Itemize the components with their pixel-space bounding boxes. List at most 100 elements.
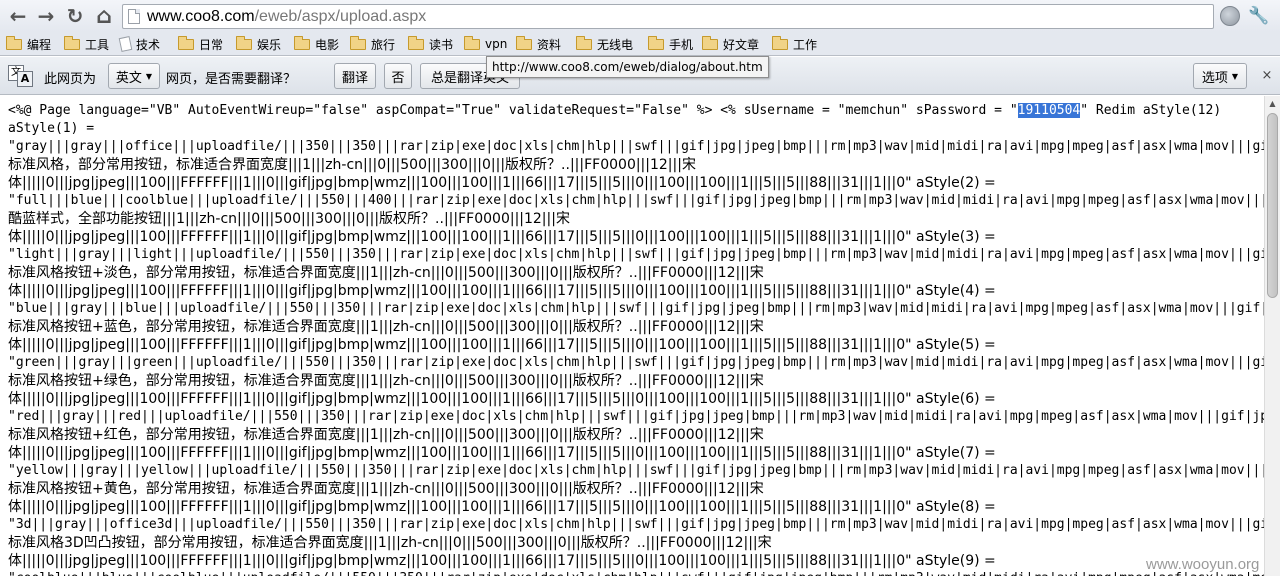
source-line: 标准风格，部分常用按钮，标准适合界面宽度|||1|||zh-cn|||0|||5…: [8, 157, 696, 173]
close-icon[interactable]: ×: [1261, 69, 1273, 83]
bookmark-item[interactable]: vpn: [464, 35, 507, 53]
bookmark-label: 技术: [136, 37, 161, 52]
bookmark-item[interactable]: 工具: [64, 35, 109, 53]
bookmark-item[interactable]: 资料: [516, 35, 561, 53]
bookmark-item[interactable]: 娱乐: [236, 35, 281, 53]
folder-icon: [178, 35, 194, 50]
bookmark-item[interactable]: 手机: [648, 35, 693, 53]
scroll-thumb[interactable]: [1267, 113, 1278, 298]
bookmark-item[interactable]: 技术: [118, 35, 161, 53]
page-icon: [118, 36, 133, 52]
browser-toolbar: ← → ↻ ⌂ www.coo8.com/eweb/aspx/upload.as…: [0, 0, 1280, 32]
chevron-down-icon: ▼: [145, 71, 153, 81]
source-text: <%@ Page language="VB" AutoEventWireup="…: [8, 103, 1018, 118]
source-line: 体|||||0|||jpg|jpeg|||100|||FFFFFF|||1|||…: [8, 391, 996, 407]
home-icon[interactable]: ⌂: [92, 4, 116, 29]
options-button[interactable]: 选项 ▼: [1193, 63, 1247, 89]
link-tooltip: http://www.coo8.com/eweb/dialog/about.ht…: [486, 56, 769, 78]
bookmark-label: vpn: [485, 37, 508, 51]
folder-icon: [516, 35, 532, 50]
source-line: "light|||gray|||light|||uploadfile/|||55…: [8, 247, 1264, 262]
language-label: 英文: [115, 70, 142, 86]
source-line: 标准风格按钮+红色，部分常用按钮，标准适合界面宽度|||1|||zh-cn|||…: [8, 427, 764, 443]
source-line: "3d|||gray|||office3d|||uploadfile/|||55…: [8, 517, 1264, 532]
folder-icon: [772, 35, 788, 50]
source-line: 体|||||0|||jpg|jpeg|||100|||FFFFFF|||1|||…: [8, 229, 996, 245]
watermark: www.wooyun.org: [1146, 556, 1260, 573]
bookmark-item[interactable]: 电影: [294, 35, 339, 53]
source-line: 体|||||0|||jpg|jpeg|||100|||FFFFFF|||1|||…: [8, 175, 996, 191]
bookmark-label: 工具: [85, 37, 110, 52]
source-line: "blue|||gray|||blue|||uploadfile/|||550|…: [8, 301, 1264, 316]
source-line: 体|||||0|||jpg|jpeg|||100|||FFFFFF|||1|||…: [8, 499, 996, 515]
source-line: 标准风格3D凹凸按钮，部分常用按钮，标准适合界面宽度|||1|||zh-cn||…: [8, 535, 772, 551]
bookmark-label: 娱乐: [257, 37, 282, 52]
translate-prefix: 此网页为: [44, 72, 97, 87]
url-host: www.coo8.com: [147, 8, 255, 25]
source-line: "yellow|||gray|||yellow|||uploadfile/|||…: [8, 463, 1264, 478]
selected-text: 19110504: [1017, 103, 1081, 118]
reload-icon[interactable]: ↻: [63, 4, 87, 28]
back-icon[interactable]: ←: [6, 4, 30, 28]
bookmark-item[interactable]: 旅行: [350, 35, 395, 53]
source-line: aStyle(1) =: [8, 121, 95, 136]
no-translate-button[interactable]: 否: [384, 63, 412, 89]
forward-icon[interactable]: →: [34, 4, 58, 28]
page-icon: [128, 9, 140, 24]
translate-icon: 文A: [8, 65, 34, 87]
bookmark-label: 好文章: [723, 37, 760, 52]
folder-icon: [64, 35, 80, 50]
bookmark-label: 手机: [669, 37, 694, 52]
source-line: 标准风格按钮+黄色，部分常用按钮，标准适合界面宽度|||1|||zh-cn|||…: [8, 481, 764, 497]
folder-icon: [6, 35, 22, 50]
bookmark-label: 电影: [315, 37, 340, 52]
bookmark-label: 工作: [793, 37, 818, 52]
source-line: 体|||||0|||jpg|jpeg|||100|||FFFFFF|||1|||…: [8, 553, 996, 569]
source-line: 体|||||0|||jpg|jpeg|||100|||FFFFFF|||1|||…: [8, 283, 996, 299]
source-text: " Redim aStyle(12): [1080, 103, 1222, 118]
scroll-up-icon[interactable]: ▲: [1265, 96, 1280, 111]
folder-icon: [702, 35, 718, 50]
source-line: <%@ Page language="VB" AutoEventWireup="…: [8, 102, 1264, 120]
translate-button[interactable]: 翻译: [334, 63, 376, 89]
source-line: "gray|||gray|||office|||uploadfile/|||35…: [8, 139, 1264, 154]
source-line: 体|||||0|||jpg|jpeg|||100|||FFFFFF|||1|||…: [8, 445, 996, 461]
bookmark-label: 资料: [537, 37, 562, 52]
folder-icon: [294, 35, 310, 50]
bookmark-item[interactable]: 日常: [178, 35, 223, 53]
page-content: <%@ Page language="VB" AutoEventWireup="…: [0, 96, 1264, 576]
wrench-icon[interactable]: 🔧: [1248, 6, 1270, 26]
vertical-scrollbar[interactable]: ▲: [1264, 96, 1280, 576]
folder-icon: [576, 35, 592, 50]
bookmark-label: 读书: [429, 37, 454, 52]
folder-icon: [236, 35, 252, 50]
folder-icon: [648, 35, 664, 50]
translate-question: 网页，是否需要翻译？: [166, 72, 297, 87]
bookmark-item[interactable]: 读书: [408, 35, 453, 53]
bookmark-item[interactable]: 无线电: [576, 35, 633, 53]
options-label: 选项: [1201, 70, 1228, 86]
extension-icon[interactable]: [1220, 6, 1240, 26]
bookmark-label: 编程: [27, 37, 52, 52]
source-line: 标准风格按钮+绿色，部分常用按钮，标准适合界面宽度|||1|||zh-cn|||…: [8, 373, 764, 389]
bookmark-item[interactable]: 编程: [6, 35, 51, 53]
bookmarks-bar: 编程 工具 技术 日常 娱乐 电影 旅行 读书 vpn 资料 无线电 手机 好文章 工作: [0, 32, 1280, 56]
source-line: "full|||blue|||coolblue|||uploadfile/|||…: [8, 193, 1264, 208]
source-line: 标准风格按钮+蓝色，部分常用按钮，标准适合界面宽度|||1|||zh-cn|||…: [8, 319, 764, 335]
source-line: 体|||||0|||jpg|jpeg|||100|||FFFFFF|||1|||…: [8, 337, 996, 353]
address-bar[interactable]: www.coo8.com/eweb/aspx/upload.aspx ☆: [122, 4, 1214, 29]
source-line: "coolblue|||blue|||coolblue|||uploadfile…: [8, 570, 1264, 576]
bookmark-label: 无线电: [597, 37, 634, 52]
bookmark-item[interactable]: 好文章: [702, 35, 759, 53]
source-line: 标准风格按钮+淡色，部分常用按钮，标准适合界面宽度|||1|||zh-cn|||…: [8, 265, 764, 281]
url-path: /eweb/aspx/upload.aspx: [254, 8, 427, 25]
url-text[interactable]: www.coo8.com/eweb/aspx/upload.aspx: [147, 8, 426, 26]
language-select[interactable]: 英文 ▼: [108, 63, 160, 89]
folder-icon: [464, 35, 480, 50]
bookmark-item[interactable]: 工作: [772, 35, 817, 53]
folder-icon: [350, 35, 366, 50]
bookmark-label: 日常: [199, 37, 224, 52]
source-line: "green|||gray|||green|||uploadfile/|||55…: [8, 355, 1264, 370]
bookmark-label: 旅行: [371, 37, 396, 52]
source-line: "red|||gray|||red|||uploadfile/|||550|||…: [8, 409, 1264, 424]
